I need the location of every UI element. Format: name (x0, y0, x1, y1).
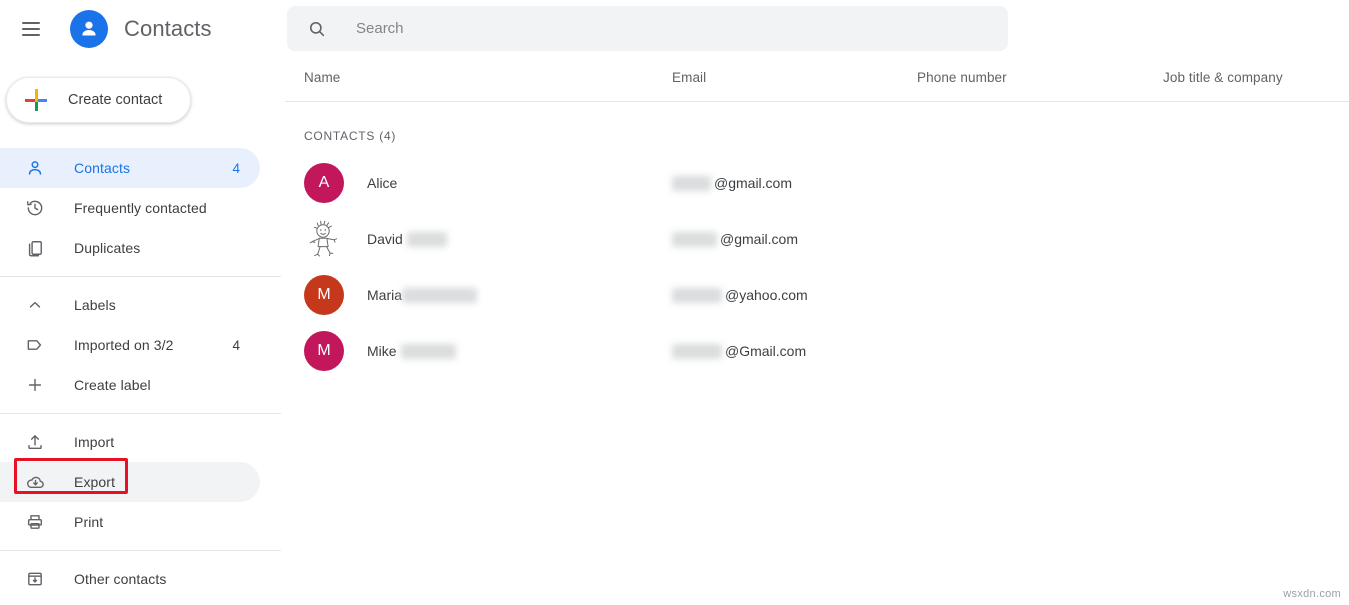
sidebar-item-label: Print (74, 514, 103, 530)
table-row[interactable]: David @gmail.com (281, 211, 1349, 267)
column-header-name: Name (304, 70, 340, 85)
sidebar-divider-1 (0, 276, 281, 277)
sidebar-group-main: Contacts 4 Frequently contacted (0, 148, 281, 268)
sidebar-group-other: Other contacts (0, 559, 281, 599)
sidebar-item-create-label[interactable]: Create label (0, 365, 260, 405)
contact-name: David (367, 231, 403, 247)
table-header-divider (285, 101, 1349, 102)
avatar (304, 219, 344, 259)
sidebar-item-label: Contacts (74, 160, 130, 176)
import-upload-icon (24, 431, 46, 453)
sidebar-item-imported-label[interactable]: Imported on 3/2 4 (0, 325, 260, 365)
column-header-phone: Phone number (917, 70, 1007, 85)
column-header-job: Job title & company (1163, 70, 1283, 85)
email-domain: @Gmail.com (725, 343, 806, 359)
sidebar-item-label: Imported on 3/2 (74, 337, 174, 353)
create-contact-button[interactable]: Create contact (6, 77, 191, 123)
label-tag-icon (24, 334, 46, 356)
search-input[interactable] (356, 20, 956, 37)
email-domain: @gmail.com (714, 175, 792, 191)
avatar-initial: A (319, 174, 330, 192)
email-domain: @yahoo.com (725, 287, 808, 303)
redacted-email-user (672, 232, 717, 247)
export-cloud-download-icon (24, 471, 46, 493)
sidebar-item-other-contacts[interactable]: Other contacts (0, 559, 260, 599)
sidebar-divider-3 (0, 550, 281, 551)
redacted-last-name (402, 288, 477, 303)
search-bar[interactable] (287, 6, 1008, 51)
sidebar-item-duplicates[interactable]: Duplicates (0, 228, 260, 268)
sidebar-group-actions: Import Export (0, 422, 281, 542)
cell-name: David (367, 231, 447, 247)
sidebar-item-label: Other contacts (74, 571, 166, 587)
email-domain: @gmail.com (720, 231, 798, 247)
redacted-email-user (672, 176, 711, 191)
contacts-list: A Alice @gmail.com (281, 155, 1349, 379)
table-header-row: Name Email Phone number Job title & comp… (281, 70, 1349, 104)
contacts-section-label: CONTACTS (4) (304, 129, 396, 143)
redacted-last-name (407, 232, 447, 247)
redacted-last-name (401, 344, 456, 359)
sidebar-item-label: Import (74, 434, 114, 450)
redacted-email-user (672, 344, 722, 359)
avatar-initial: M (317, 342, 330, 360)
cell-email: @gmail.com (672, 231, 798, 247)
chevron-up-icon (24, 294, 46, 316)
sidebar-item-import[interactable]: Import (0, 422, 260, 462)
sidebar-nav: Contacts 4 Frequently contacted (0, 148, 281, 599)
printer-icon (24, 511, 46, 533)
google-plus-multicolor-icon (25, 89, 47, 111)
create-contact-label: Create contact (68, 92, 162, 108)
person-icon (24, 157, 46, 179)
archive-box-icon (24, 568, 46, 590)
table-row[interactable]: M Mike @Gmail.com (281, 323, 1349, 379)
contact-name: Alice (367, 175, 397, 191)
app-title: Contacts (124, 16, 212, 42)
avatar-initial: M (317, 286, 330, 304)
sidebar-item-label: Create label (74, 377, 151, 393)
sidebar-item-contacts[interactable]: Contacts 4 (0, 148, 260, 188)
sidebar-item-frequently-contacted[interactable]: Frequently contacted (0, 188, 260, 228)
sidebar-item-label: Duplicates (74, 240, 140, 256)
cell-email: @gmail.com (672, 175, 792, 191)
sidebar-item-export[interactable]: Export (0, 462, 260, 502)
contacts-person-logo-icon (70, 10, 108, 48)
cell-email: @yahoo.com (672, 287, 808, 303)
sidebar-item-label: Labels (74, 297, 116, 313)
avatar: M (304, 275, 344, 315)
brand-row: Contacts (0, 0, 281, 58)
hamburger-menu-icon[interactable] (22, 17, 46, 41)
sidebar-item-label: Frequently contacted (74, 200, 207, 216)
avatar: M (304, 331, 344, 371)
main-content: Name Email Phone number Job title & comp… (281, 0, 1349, 605)
sidebar: Contacts Create contact Contacts (0, 0, 281, 605)
table-row[interactable]: A Alice @gmail.com (281, 155, 1349, 211)
contact-name: Maria (367, 287, 402, 303)
cell-name: Mike (367, 343, 456, 359)
sidebar-item-count: 4 (232, 161, 240, 176)
table-row[interactable]: M Maria @yahoo.com (281, 267, 1349, 323)
contacts-app: Contacts Create contact Contacts (0, 0, 1349, 605)
plus-icon (24, 374, 46, 396)
duplicates-copy-icon (24, 237, 46, 259)
contact-name: Mike (367, 343, 397, 359)
redacted-email-user (672, 288, 722, 303)
cell-email: @Gmail.com (672, 343, 806, 359)
sidebar-divider-2 (0, 413, 281, 414)
sidebar-item-count: 4 (232, 338, 240, 353)
sidebar-item-label: Export (74, 474, 115, 490)
column-header-email: Email (672, 70, 706, 85)
sidebar-group-labels: Labels Imported on 3/2 4 (0, 285, 281, 405)
avatar: A (304, 163, 344, 203)
cell-name: Maria (367, 287, 477, 303)
search-icon (307, 19, 327, 39)
sidebar-item-print[interactable]: Print (0, 502, 260, 542)
cell-name: Alice (367, 175, 397, 191)
history-clock-icon (24, 197, 46, 219)
sidebar-item-labels[interactable]: Labels (0, 285, 260, 325)
watermark: wsxdn.com (1283, 588, 1341, 600)
stick-figure-doodle-icon (304, 219, 344, 259)
